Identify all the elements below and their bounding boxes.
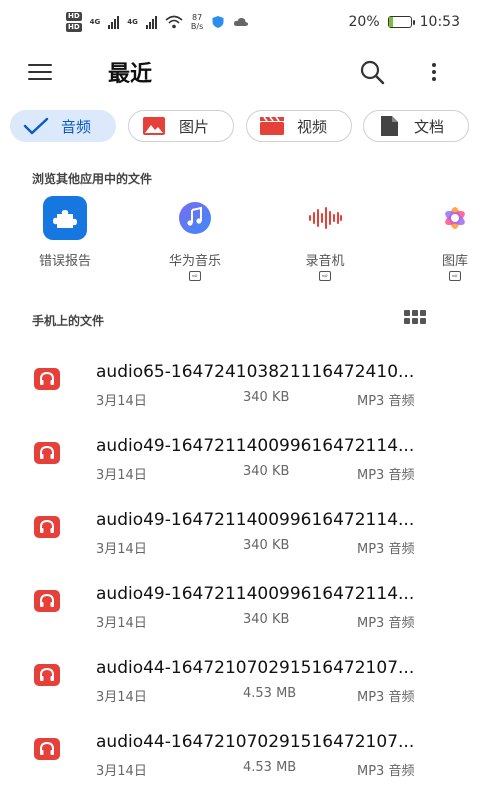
music-note-icon [173, 196, 217, 240]
file-size: 340 KB [243, 538, 290, 553]
status-bar: HD HD 4G 4G 87 B/s 20% 10:53 [0, 0, 480, 44]
signal-icon-2 [145, 15, 157, 29]
file-row[interactable]: audio49-164721140099616472114... 3月14日 340… [0, 414, 480, 488]
phone-files-title: 手机上的文件 [32, 314, 105, 328]
file-size: 340 KB [243, 464, 290, 479]
other-apps-title: 浏览其他应用中的文件 [32, 172, 153, 186]
file-name: audio49-164721140099616472114... [96, 510, 415, 530]
file-row[interactable]: audio65-164724103821116472410... 3月14日 340… [0, 340, 480, 414]
app-external-badge: ⇨ [319, 271, 331, 281]
signal-icon [108, 15, 120, 29]
filter-chip-label: 视频 [297, 117, 328, 136]
file-row[interactable]: audio49-164721140099616472114... 3月14日 340… [0, 488, 480, 562]
filter-chip-image[interactable]: 图片 [128, 110, 234, 142]
image-icon [141, 116, 167, 136]
headphones-icon [34, 442, 60, 464]
app-item-gallery[interactable]: 图库 ⇨ [405, 196, 480, 281]
file-type: MP3 音频 [357, 542, 415, 557]
other-apps-row: 错误报告 华为音乐 ⇨ 录音机 ⇨ 图库 ⇨ [0, 196, 480, 286]
app-label: 错误报告 [38, 254, 91, 269]
filter-chips: 音频 图片 视频 文档 [10, 110, 480, 144]
network-speed: 87 B/s [191, 13, 203, 31]
check-icon [23, 116, 49, 136]
headphones-icon [34, 738, 60, 760]
file-size: 4.53 MB [243, 686, 297, 701]
flower-icon [433, 196, 477, 240]
file-type: MP3 音频 [357, 690, 415, 705]
filter-chip-audio[interactable]: 音频 [10, 110, 116, 142]
app-bar: 最近 [0, 44, 480, 100]
file-type: MP3 音频 [357, 394, 415, 409]
status-right: 20% 10:53 [349, 14, 460, 30]
file-date: 3月14日 [96, 764, 147, 779]
headphones-icon [34, 590, 60, 612]
search-icon[interactable] [358, 58, 386, 86]
file-row[interactable]: audio44-164721070291516472107... 3月14日 4.5… [0, 710, 480, 784]
battery-fill [388, 17, 394, 27]
waveform-icon [303, 196, 347, 240]
file-size: 4.53 MB [243, 760, 297, 775]
file-date: 3月14日 [96, 542, 147, 557]
puzzle-icon [43, 196, 87, 240]
speed-value: 87 [192, 13, 203, 22]
app-item-huawei-music[interactable]: 华为音乐 ⇨ [145, 196, 245, 281]
wifi-icon [165, 15, 183, 29]
filter-chip-label: 图片 [179, 117, 210, 136]
app-label: 华为音乐 [168, 254, 221, 269]
speed-unit: B/s [190, 22, 204, 31]
app-external-badge: ⇨ [189, 271, 201, 281]
network-label-1: 4G [89, 18, 101, 26]
file-name: audio44-164721070291516472107... [96, 658, 415, 678]
file-date: 3月14日 [96, 690, 147, 705]
filter-chip-document[interactable]: 文档 [363, 110, 469, 142]
file-date: 3月14日 [96, 616, 147, 631]
headphones-icon [34, 516, 60, 538]
file-type: MP3 音频 [357, 616, 415, 631]
headphones-icon [34, 664, 60, 686]
file-name: audio49-164721140099616472114... [96, 436, 415, 456]
headphones-icon [34, 368, 60, 390]
app-label: 录音机 [305, 254, 345, 269]
file-date: 3月14日 [96, 468, 147, 483]
cloud-icon [234, 17, 249, 26]
status-left: HD HD 4G 4G 87 B/s [66, 12, 249, 32]
shield-icon [212, 16, 224, 28]
video-icon [259, 116, 285, 136]
file-name: audio49-164721140099616472114... [96, 584, 415, 604]
file-type: MP3 音频 [357, 468, 415, 483]
app-external-badge: ⇨ [449, 271, 461, 281]
app-item-bug-report[interactable]: 错误报告 [15, 196, 115, 269]
clock: 10:53 [419, 14, 460, 30]
file-type: MP3 音频 [357, 764, 415, 779]
file-name: audio65-164724103821116472410... [96, 362, 415, 382]
file-size: 340 KB [243, 612, 290, 627]
hamburger-icon[interactable] [28, 58, 68, 86]
file-row[interactable]: audio44-164721070291516472107... 3月14日 4.5… [0, 636, 480, 710]
sim2-badge: HD [66, 23, 82, 32]
file-name: audio44-164721070291516472107... [96, 732, 415, 752]
grid-view-icon[interactable] [404, 310, 428, 326]
file-date: 3月14日 [96, 394, 147, 409]
file-size: 340 KB [243, 390, 290, 405]
document-icon [376, 116, 402, 136]
sim-indicators: HD HD [66, 12, 82, 32]
app-item-recorder[interactable]: 录音机 ⇨ [275, 196, 375, 281]
file-row[interactable]: audio49-164721140099616472114... 3月14日 340… [0, 562, 480, 636]
app-label: 图库 [441, 254, 468, 269]
filter-chip-label: 文档 [414, 117, 445, 136]
filter-chip-label: 音频 [61, 117, 92, 136]
battery-icon [387, 16, 415, 28]
more-vertical-icon[interactable] [422, 58, 446, 86]
filter-chip-video[interactable]: 视频 [246, 110, 352, 142]
page-title: 最近 [108, 62, 153, 87]
sim1-badge: HD [66, 12, 82, 21]
battery-percent: 20% [348, 14, 380, 30]
network-label-2: 4G [127, 18, 138, 26]
